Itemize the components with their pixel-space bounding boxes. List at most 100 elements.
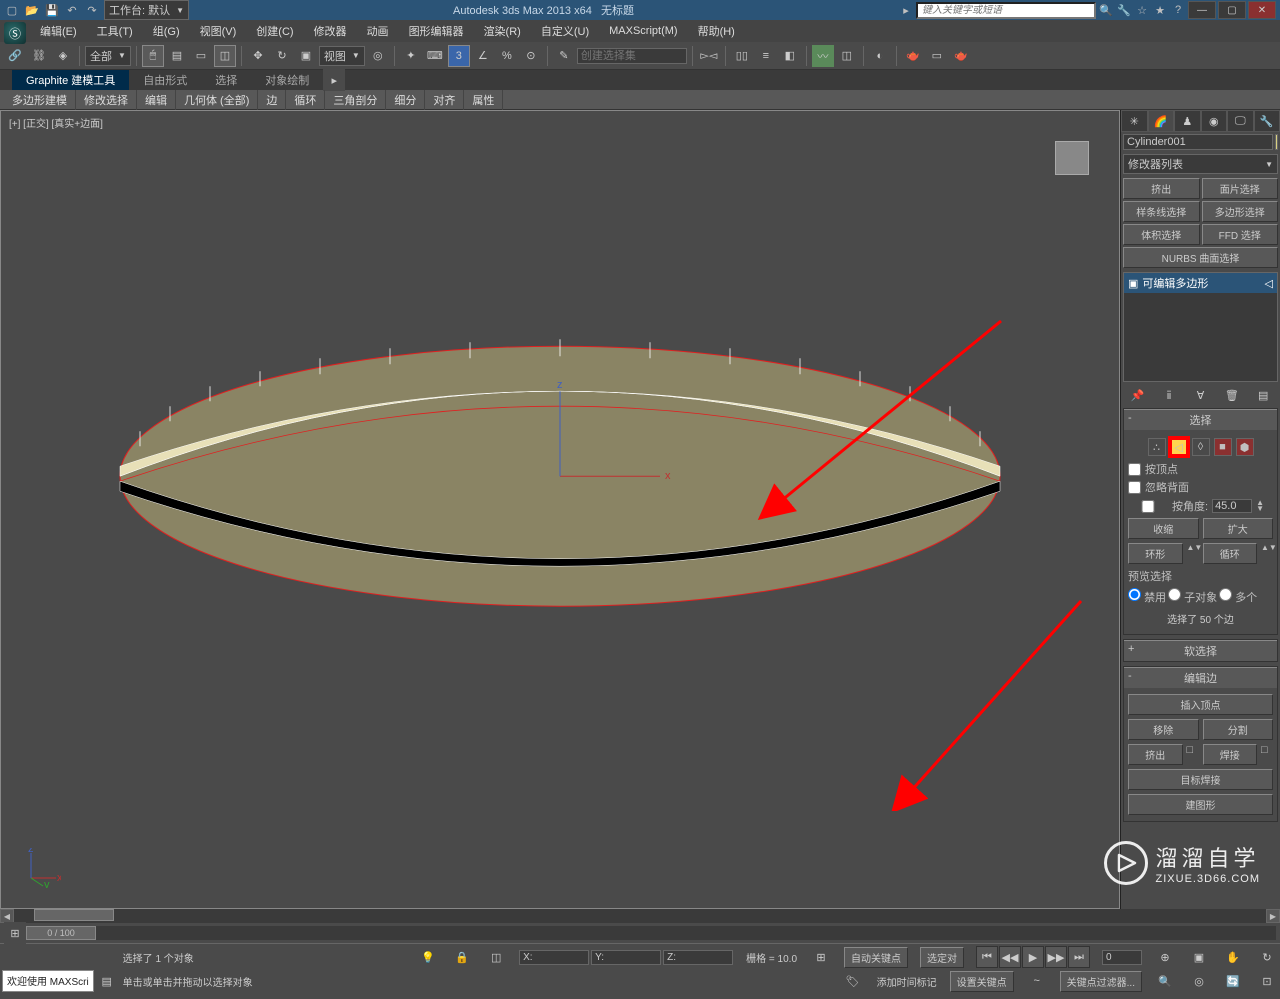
coord-x[interactable]: X: (519, 950, 589, 965)
named-selection-input[interactable] (577, 48, 687, 64)
menu-group[interactable]: 组(G) (143, 21, 190, 41)
render-setup-icon[interactable]: 🫖 (902, 45, 924, 67)
rollout-editedges-header[interactable]: -编辑边 (1124, 667, 1277, 688)
snap-3d-icon[interactable]: 3 (448, 45, 470, 67)
time-handle[interactable]: 0 / 100 (26, 926, 96, 940)
spinner-snap-icon[interactable]: ⊙ (520, 45, 542, 67)
mod-btn-extrude[interactable]: 挤出 (1123, 178, 1200, 199)
panel-tab-create[interactable]: ✳ (1121, 110, 1148, 132)
menu-create[interactable]: 创建(C) (246, 21, 303, 41)
search-input[interactable] (916, 2, 1096, 19)
panel-tab-display[interactable]: 🖵 (1227, 110, 1254, 132)
coord-y[interactable]: Y: (591, 950, 661, 965)
panel-tab-hierarchy[interactable]: ♟ (1174, 110, 1201, 132)
grow-button[interactable]: 扩大 (1203, 518, 1274, 539)
preview-multi-radio[interactable] (1219, 588, 1232, 601)
key-icon2[interactable]: ~ (1026, 970, 1048, 992)
loop-button[interactable]: 循环 (1203, 543, 1258, 564)
ribbon-tab-graphite[interactable]: Graphite 建模工具 (12, 70, 129, 90)
pin-stack-icon[interactable]: 📌 (1129, 386, 1147, 404)
prev-frame-icon[interactable]: ◀◀ (999, 946, 1021, 968)
stack-item-editable-poly[interactable]: ▣ 可编辑多边形 ◁ (1124, 273, 1277, 293)
layers-icon[interactable]: ≡ (755, 45, 777, 67)
curve-editor-icon[interactable]: 〰 (812, 45, 834, 67)
sub-geom-all[interactable]: 几何体 (全部) (176, 90, 258, 110)
scroll-right-icon[interactable]: ▶ (1266, 909, 1280, 923)
ribbon-collapse-icon[interactable]: ▸ (323, 69, 345, 91)
sub-loop[interactable]: 循环 (286, 90, 325, 110)
layers-manager-icon[interactable]: ◧ (779, 45, 801, 67)
menu-maxscript[interactable]: MAXScript(M) (599, 23, 687, 39)
sub-edge[interactable]: 边 (258, 90, 286, 110)
nav-5-icon[interactable]: 🔍 (1154, 970, 1176, 992)
loop-spinner[interactable]: ▲▼ (1261, 543, 1273, 564)
ribbon-tab-freeform[interactable]: 自由形式 (129, 70, 201, 90)
rotate-icon[interactable]: ↻ (271, 45, 293, 67)
sub-tri[interactable]: 三角剖分 (325, 90, 386, 110)
sub-edit[interactable]: 编辑 (137, 90, 176, 110)
workspace-dropdown[interactable]: 工作台: 默认▼ (104, 0, 189, 20)
app-logo[interactable]: Ⓢ (4, 22, 26, 44)
modifier-list-dropdown[interactable]: 修改器列表▼ (1123, 154, 1278, 174)
by-angle-checkbox[interactable] (1128, 500, 1168, 513)
auto-key-button[interactable]: 自动关键点 (844, 947, 908, 968)
viewport[interactable]: [+] [正交] [真实+边面] (0, 110, 1120, 909)
pivot-icon[interactable]: ◎ (367, 45, 389, 67)
unique-icon[interactable]: ∀ (1191, 386, 1209, 404)
subobj-element[interactable]: ⬢ (1236, 438, 1254, 456)
time-slider[interactable]: 0 / 100 (26, 926, 1276, 940)
sub-properties[interactable]: 属性 (464, 90, 503, 110)
nav-6-icon[interactable]: ◎ (1188, 970, 1210, 992)
goto-start-icon[interactable]: ⏮ (976, 946, 998, 968)
menu-tools[interactable]: 工具(T) (87, 21, 143, 41)
sub-subdiv[interactable]: 细分 (386, 90, 425, 110)
help-icon[interactable]: ? (1170, 2, 1186, 18)
extrude-edge-button[interactable]: 挤出 (1128, 744, 1183, 765)
config-icon[interactable]: ▤ (1254, 386, 1272, 404)
mod-btn-nurbs[interactable]: NURBS 曲面选择 (1123, 247, 1278, 268)
object-name-input[interactable] (1123, 134, 1273, 150)
mirror-icon[interactable]: ▻◅ (698, 45, 720, 67)
preview-sub-radio[interactable] (1168, 588, 1181, 601)
menu-modifiers[interactable]: 修改器 (304, 21, 357, 41)
render-frame-icon[interactable]: ▭ (926, 45, 948, 67)
preview-off-radio[interactable] (1128, 588, 1141, 601)
bind-icon[interactable]: ◈ (52, 45, 74, 67)
nav-3-icon[interactable]: ✋ (1222, 946, 1244, 968)
menu-help[interactable]: 帮助(H) (688, 21, 745, 41)
sub-poly-model[interactable]: 多边形建模 (4, 90, 76, 110)
modifier-stack[interactable]: ▣ 可编辑多边形 ◁ (1123, 272, 1278, 382)
mod-btn-poly-sel[interactable]: 多边形选择 (1202, 201, 1279, 222)
grid-toggle-icon[interactable]: ⊞ (810, 946, 832, 968)
extrude-settings-icon[interactable]: □ (1187, 744, 1199, 765)
ribbon-tab-selection[interactable]: 选择 (201, 70, 251, 90)
select-name-icon[interactable]: ▤ (166, 45, 188, 67)
render-icon[interactable]: 🫖 (950, 45, 972, 67)
expand-icon[interactable]: ▣ (1128, 277, 1138, 290)
select-object-icon[interactable]: 🖱 (142, 45, 164, 67)
insert-vertex-button[interactable]: 插入顶点 (1128, 694, 1273, 715)
subobj-edge[interactable]: ◁ (1170, 438, 1188, 456)
nav-2-icon[interactable]: ▣ (1188, 946, 1210, 968)
selected-button[interactable]: 选定对 (920, 947, 964, 968)
next-frame-icon[interactable]: ▶▶ (1045, 946, 1067, 968)
h-scrollbar[interactable] (14, 909, 1266, 923)
viewport-label[interactable]: [+] [正交] [真实+边面] (9, 115, 103, 130)
panel-tab-utilities[interactable]: 🔧 (1254, 110, 1280, 132)
ignore-back-checkbox[interactable] (1128, 481, 1141, 494)
menu-rendering[interactable]: 渲染(R) (474, 21, 531, 41)
rollout-selection-header[interactable]: -选择 (1124, 409, 1277, 430)
minimize-button[interactable]: — (1188, 1, 1216, 19)
frame-input[interactable]: 0 (1102, 950, 1142, 965)
menu-views[interactable]: 视图(V) (190, 21, 247, 41)
script-listener-icon[interactable]: ▤ (96, 970, 118, 992)
move-icon[interactable]: ✥ (247, 45, 269, 67)
time-tag-icon[interactable]: 🏷 (842, 970, 864, 992)
angle-snap-icon[interactable]: ∠ (472, 45, 494, 67)
open-icon[interactable]: 📂 (24, 2, 40, 18)
ring-button[interactable]: 环形 (1128, 543, 1183, 564)
shrink-button[interactable]: 收缩 (1128, 518, 1199, 539)
schematic-icon[interactable]: ◫ (836, 45, 858, 67)
manipulate-icon[interactable]: ✦ (400, 45, 422, 67)
mod-btn-spline-sel[interactable]: 样条线选择 (1123, 201, 1200, 222)
